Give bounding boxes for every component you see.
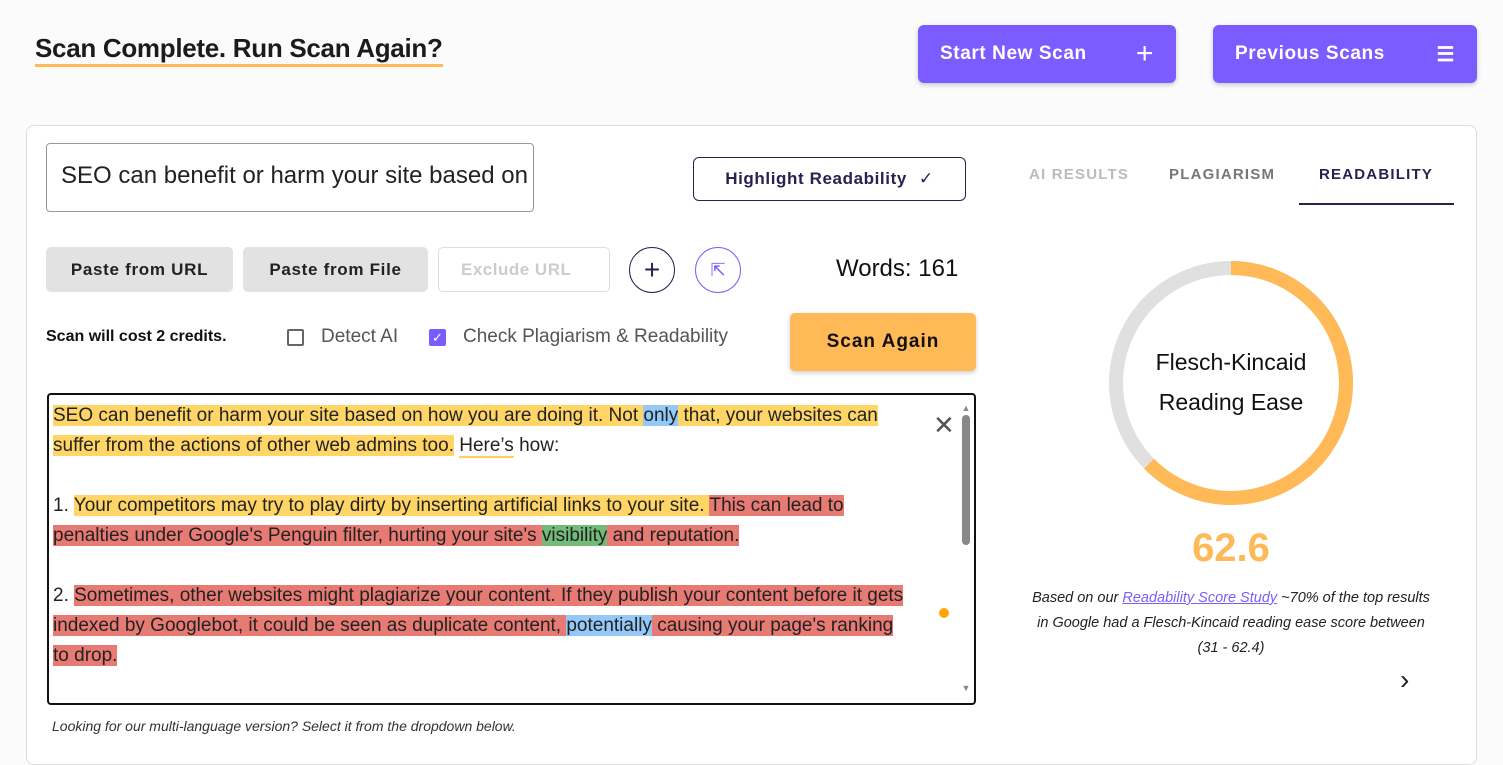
- text-segment: 2.: [53, 585, 75, 606]
- gauge-label-line1: Flesch-Kincaid: [1156, 349, 1307, 375]
- readability-study-link[interactable]: Readability Score Study: [1122, 590, 1277, 606]
- plus-icon: +: [643, 254, 661, 285]
- paste-from-file-button[interactable]: Paste from File: [243, 247, 428, 292]
- readability-description: Based on our Readability Score Study ~70…: [1032, 590, 1430, 656]
- text-segment: This can lead to: [709, 495, 844, 516]
- text-segment: to drop.: [53, 645, 118, 666]
- checklist-icon: ☰: [1436, 43, 1455, 66]
- text-segment: 1.: [53, 495, 74, 516]
- credit-cost: Scan will cost 2 credits.: [46, 328, 227, 345]
- text-segment: only: [643, 405, 679, 426]
- export-icon: ⇱: [710, 259, 726, 280]
- text-segment: and reputation.: [607, 525, 740, 546]
- text-segment: suffer from the actions of other web adm…: [53, 435, 454, 456]
- scrollbar[interactable]: ▲ ▼: [961, 403, 971, 693]
- text-editor[interactable]: SEO can benefit or harm your site based …: [47, 393, 976, 705]
- word-count: Words: 161: [836, 255, 959, 282]
- text-segment: potentially: [566, 615, 652, 636]
- plus-icon: +: [1135, 37, 1154, 70]
- text-segment: Here’s: [459, 435, 514, 458]
- check-plagiarism-label: Check Plagiarism & Readability: [463, 326, 729, 347]
- editor-line: 2. Sometimes, other websites might plagi…: [53, 581, 958, 611]
- editor-line: to drop.: [53, 641, 958, 671]
- readability-score: 62.6: [1192, 526, 1270, 570]
- text-segment: how:: [513, 435, 560, 456]
- close-icon[interactable]: ✕: [933, 410, 955, 441]
- tab-readability[interactable]: READABILITY: [1319, 166, 1433, 183]
- status-dot: [939, 608, 949, 618]
- add-url-button[interactable]: +: [629, 247, 675, 293]
- chevron-right-icon[interactable]: ›: [1400, 664, 1409, 696]
- document-title-input[interactable]: SEO can benefit or harm your site based …: [46, 143, 534, 212]
- exclude-url-input[interactable]: Exclude URL: [438, 247, 610, 292]
- multi-language-note: Looking for our multi-language version? …: [52, 718, 516, 734]
- editor-line: indexed by Googlebot, it could be seen a…: [53, 611, 958, 641]
- gauge-label-line2: Reading Ease: [1159, 389, 1304, 415]
- detect-ai-checkbox[interactable]: [287, 329, 304, 346]
- readability-gauge: Flesch-Kincaid Reading Ease: [1109, 261, 1353, 505]
- tab-plagiarism[interactable]: PLAGIARISM: [1169, 166, 1275, 183]
- text-segment: causing your page's ranking: [651, 615, 894, 636]
- text-segment: Sometimes, other websites might plagiari…: [74, 585, 904, 606]
- text-segment: SEO can benefit or harm your site based …: [53, 405, 644, 426]
- active-tab-indicator: [1299, 203, 1454, 205]
- highlight-readability-button[interactable]: Highlight Readability ✓: [693, 157, 966, 201]
- start-new-scan-button[interactable]: Start New Scan +: [918, 25, 1176, 83]
- text-segment: Your competitors may try to play dirty b…: [73, 495, 710, 516]
- text-segment: penalties under Google's Penguin filter,…: [53, 525, 542, 546]
- editor-line: penalties under Google's Penguin filter,…: [53, 521, 958, 551]
- scan-again-button[interactable]: Scan Again: [790, 313, 976, 371]
- editor-line: suffer from the actions of other web adm…: [53, 431, 958, 461]
- previous-scans-button[interactable]: Previous Scans ☰: [1213, 25, 1477, 83]
- page-title: Scan Complete. Run Scan Again?: [35, 33, 443, 67]
- check-icon: ✓: [918, 169, 934, 188]
- export-button[interactable]: ⇱: [695, 247, 741, 293]
- tab-ai-results[interactable]: AI RESULTS: [1029, 166, 1129, 183]
- check-plagiarism-checkbox[interactable]: ✓: [429, 329, 446, 346]
- text-segment: indexed by Googlebot, it could be seen a…: [53, 615, 567, 636]
- text-segment: visibility: [541, 525, 608, 546]
- editor-line: 1. Your competitors may try to play dirt…: [53, 491, 958, 521]
- text-segment: that, your websites can: [678, 405, 878, 426]
- editor-content[interactable]: SEO can benefit or harm your site based …: [53, 401, 958, 671]
- detect-ai-label: Detect AI: [321, 326, 399, 347]
- editor-line: SEO can benefit or harm your site based …: [53, 401, 958, 431]
- paste-from-url-button[interactable]: Paste from URL: [46, 247, 233, 292]
